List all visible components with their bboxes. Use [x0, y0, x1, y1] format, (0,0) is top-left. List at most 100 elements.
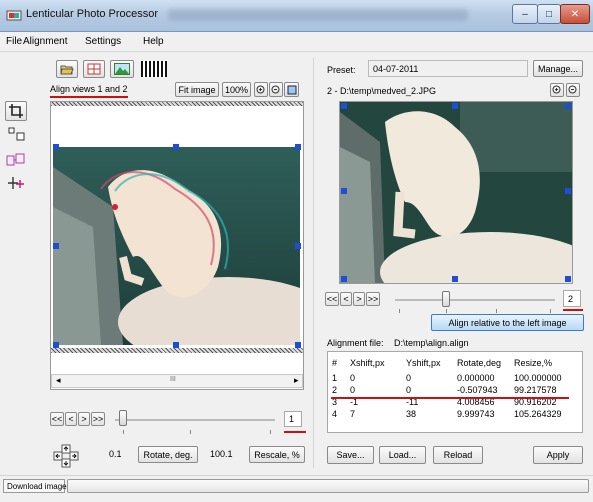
- selection-handle[interactable]: [53, 144, 59, 150]
- shift-frames-icon[interactable]: [6, 153, 26, 167]
- right-nav-last-button[interactable]: >>: [366, 292, 380, 306]
- rotate-value-field[interactable]: 0.1: [105, 446, 135, 462]
- scroll-thumb[interactable]: III: [170, 376, 176, 383]
- close-button[interactable]: ✕: [560, 4, 590, 24]
- zoom-in-button[interactable]: [254, 82, 268, 97]
- selection-handle[interactable]: [452, 276, 458, 282]
- slider-tick: [190, 430, 191, 434]
- rotate-button[interactable]: Rotate, deg.: [138, 446, 198, 463]
- apply-button[interactable]: Apply: [533, 446, 583, 464]
- crosshair-icon[interactable]: [7, 175, 25, 191]
- minimize-button[interactable]: –: [512, 4, 538, 24]
- selection-handle[interactable]: [173, 144, 179, 150]
- cell-index: 2: [332, 385, 338, 395]
- right-nav-prev-button[interactable]: <: [340, 292, 352, 306]
- right-frame-index-field[interactable]: 2: [563, 290, 581, 307]
- save-button[interactable]: Save...: [327, 446, 374, 464]
- menu-settings[interactable]: Settings: [85, 36, 121, 47]
- selection-handle[interactable]: [53, 243, 59, 249]
- selection-handle[interactable]: [565, 188, 571, 194]
- preset-label: Preset:: [327, 65, 356, 75]
- cell-xshift: 7: [350, 409, 356, 419]
- right-nav-next-button[interactable]: >: [353, 292, 365, 306]
- selection-handle[interactable]: [452, 103, 458, 109]
- selection-handle[interactable]: [173, 342, 179, 348]
- manage-button[interactable]: Manage...: [533, 60, 583, 77]
- menu-alignment[interactable]: Alignment: [23, 36, 67, 47]
- selection-handle[interactable]: [565, 276, 571, 282]
- crop-tool-button[interactable]: [5, 101, 27, 121]
- cell-yshift: 0: [406, 373, 412, 383]
- cell-xshift: 0: [350, 373, 356, 383]
- reload-button[interactable]: Reload: [433, 446, 483, 464]
- right-frame-slider-track[interactable]: [395, 299, 555, 301]
- load-button[interactable]: Load...: [379, 446, 426, 464]
- scroll-left-arrow[interactable]: ◂: [56, 375, 61, 386]
- alignment-table[interactable]: # Xshift,px Yshift,px Rotate,deg Resize,…: [327, 351, 583, 433]
- nav-prev-button[interactable]: <: [65, 412, 77, 426]
- right-zoom-out-button[interactable]: [566, 83, 580, 97]
- rescale-button-label: Rescale, %: [254, 449, 300, 460]
- rescale-value: 100.1: [210, 449, 233, 459]
- move-arrows-icon[interactable]: [53, 444, 79, 468]
- right-zoom-in-button[interactable]: [550, 83, 564, 97]
- left-image-canvas[interactable]: ◂ III ▸: [50, 101, 304, 390]
- zoom-out-button[interactable]: [269, 82, 283, 97]
- slider-tick: [399, 309, 400, 313]
- table-row[interactable]: 1 0 0 0.000000 100.000000: [328, 372, 566, 384]
- grid-layout-button[interactable]: [83, 60, 105, 78]
- lenticular-lines-icon[interactable]: [141, 61, 167, 77]
- selection-handle[interactable]: [295, 243, 301, 249]
- resize-frame-icon[interactable]: [8, 127, 26, 141]
- anaglyph-view-button[interactable]: [110, 60, 134, 78]
- fit-window-icon: [287, 85, 296, 94]
- selected-row-underline: [331, 397, 569, 399]
- frame-index-underline: [284, 431, 306, 433]
- frame-slider-thumb[interactable]: [119, 410, 127, 426]
- selection-handle[interactable]: [341, 103, 347, 109]
- selection-handle[interactable]: [53, 342, 59, 348]
- fit-image-button[interactable]: Fit image: [175, 82, 219, 97]
- table-row[interactable]: 2 0 0 -0.507943 99.217578: [328, 384, 566, 396]
- scroll-right-arrow[interactable]: ▸: [294, 375, 299, 386]
- cell-rotate: -0.507943: [457, 385, 498, 395]
- nav-next-button[interactable]: >: [78, 412, 90, 426]
- selection-handle[interactable]: [341, 188, 347, 194]
- cell-index: 1: [332, 373, 338, 383]
- maximize-button[interactable]: □: [537, 4, 561, 24]
- col-header-xshift: Xshift,px: [350, 358, 385, 368]
- blurred-title-overlay: [168, 9, 468, 21]
- slider-tick: [270, 430, 271, 434]
- preset-field[interactable]: 04-07-2011: [368, 60, 528, 77]
- zoom-percent-button[interactable]: 100%: [222, 82, 251, 97]
- horizontal-scrollbar[interactable]: ◂ III ▸: [51, 374, 303, 388]
- selection-handle[interactable]: [295, 342, 301, 348]
- slider-tick: [446, 309, 447, 313]
- selection-handle[interactable]: [565, 103, 571, 109]
- right-image-canvas[interactable]: [339, 101, 573, 284]
- load-button-label: Load...: [388, 450, 417, 460]
- align-relative-button[interactable]: Align relative to the left image: [431, 314, 584, 331]
- table-row[interactable]: 4 7 38 9.999743 105.264329: [328, 408, 566, 420]
- zoom-in-icon: [256, 85, 265, 93]
- mountain-image-icon: [114, 63, 130, 75]
- download-images-label: Download images: [3, 479, 71, 493]
- align-views-label: Align views 1 and 2: [50, 84, 128, 94]
- nav-first-label: <<: [51, 414, 63, 424]
- left-frame-index-field[interactable]: 1: [284, 411, 302, 427]
- frame-slider-track[interactable]: [115, 419, 275, 421]
- manage-button-label: Manage...: [537, 63, 579, 74]
- selection-handle[interactable]: [341, 276, 347, 282]
- right-image-path: 2 - D:\temp\medved_2.JPG: [327, 86, 437, 96]
- nav-last-button[interactable]: >>: [91, 412, 105, 426]
- right-nav-first-button[interactable]: <<: [325, 292, 339, 306]
- open-folder-button[interactable]: [56, 60, 78, 78]
- nav-first-button[interactable]: <<: [50, 412, 64, 426]
- rescale-button[interactable]: Rescale, %: [249, 446, 305, 463]
- rescale-value-field[interactable]: 100.1: [206, 446, 244, 462]
- selection-handle[interactable]: [295, 144, 301, 150]
- right-frame-slider-thumb[interactable]: [442, 291, 450, 307]
- menu-help[interactable]: Help: [143, 36, 164, 47]
- menu-file[interactable]: File: [6, 36, 22, 47]
- fit-to-window-button[interactable]: [284, 82, 299, 97]
